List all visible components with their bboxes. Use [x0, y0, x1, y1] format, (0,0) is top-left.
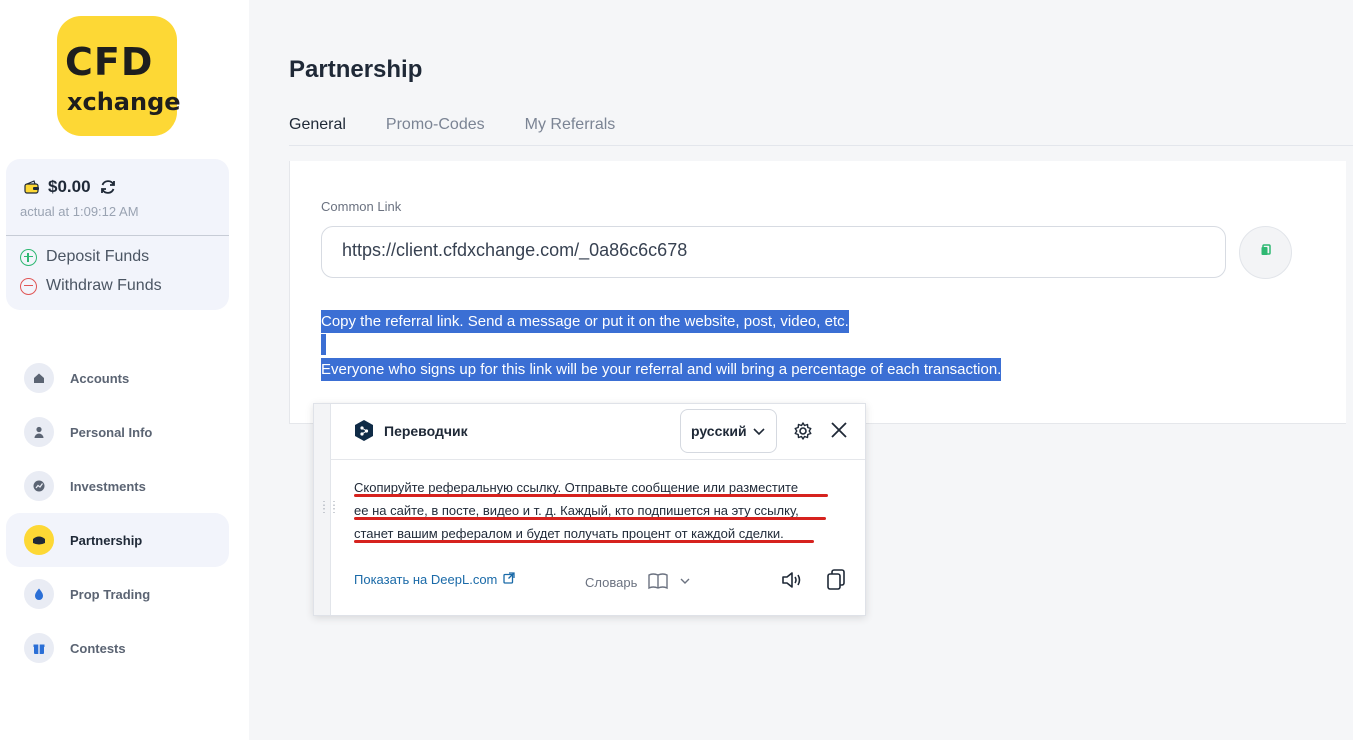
sidebar-item-accounts[interactable]: Accounts: [6, 351, 229, 405]
deposit-label: Deposit Funds: [46, 248, 150, 265]
main-content: Partnership General Promo-Codes My Refer…: [249, 0, 1353, 740]
sidebar-item-investments[interactable]: Investments: [6, 459, 229, 513]
gear-icon[interactable]: [793, 421, 813, 446]
selection-blank: [321, 334, 326, 355]
speaker-icon[interactable]: [780, 568, 804, 597]
deposit-funds-button[interactable]: Deposit Funds: [20, 248, 149, 266]
dictionary-dropdown[interactable]: Словарь: [585, 572, 691, 593]
sidebar-item-label: Accounts: [70, 370, 130, 386]
close-icon[interactable]: [830, 421, 848, 444]
sidebar-item-label: Investments: [70, 478, 146, 494]
plus-circle-icon: [20, 248, 37, 266]
translation-text: Скопируйте реферальную ссылку. Отправьте…: [354, 476, 834, 545]
referral-card: Common Link https://client.cfdxchange.co…: [289, 161, 1346, 424]
language-select[interactable]: русский: [680, 409, 777, 453]
refresh-icon[interactable]: [99, 178, 117, 196]
description-line-1: Copy the referral link. Send a message o…: [321, 310, 849, 333]
popup-header: Переводчик русский: [330, 404, 865, 460]
tab-general[interactable]: General: [289, 116, 346, 134]
cfdxchange-logo[interactable]: CFD xchange: [57, 16, 181, 136]
copy-link-button[interactable]: [1239, 226, 1292, 279]
home-icon: [24, 363, 54, 393]
minus-circle-icon: [20, 277, 37, 295]
page-title: Partnership: [289, 56, 423, 83]
description-line-2: Everyone who signs up for this link will…: [321, 358, 1002, 381]
copy-translation-icon[interactable]: [824, 567, 848, 596]
logo-line1: CFD: [65, 40, 154, 84]
gift-icon: [24, 633, 54, 663]
tab-my-referrals[interactable]: My Referrals: [525, 116, 616, 134]
sidebar-item-label: Partnership: [70, 532, 143, 548]
sidebar-item-prop-trading[interactable]: Prop Trading: [6, 567, 229, 621]
drop-icon: [24, 579, 54, 609]
chevron-down-icon: [752, 424, 766, 443]
show-on-deepl-link[interactable]: Показать на DeepL.com: [354, 572, 516, 587]
sidebar-item-label: Contests: [70, 640, 126, 656]
sidebar-item-label: Personal Info: [70, 424, 153, 440]
dictionary-label: Словарь: [585, 575, 638, 590]
book-icon: [647, 572, 669, 593]
chevron-down-icon: [679, 575, 691, 590]
divider: [6, 235, 229, 236]
withdraw-funds-button[interactable]: Withdraw Funds: [20, 277, 162, 295]
sidebar-item-partnership[interactable]: Partnership: [6, 513, 229, 567]
deepl-translator-popup: ⋮⋮ ⋮⋮ Переводчик русский Скопируйте рефер…: [313, 403, 866, 616]
balance-amount: $0.00: [48, 177, 91, 196]
tabs-divider: [289, 145, 1353, 146]
balance-card: $0.00 actual at 1:09:12 AM Deposit Funds…: [6, 159, 229, 310]
handshake-icon: [24, 525, 54, 555]
tab-promo-codes[interactable]: Promo-Codes: [386, 116, 485, 134]
wallet-icon: [24, 180, 40, 194]
sidebar-item-contests[interactable]: Contests: [6, 621, 229, 675]
logo-line2: xchange: [67, 88, 181, 116]
underline-annotation: [354, 540, 814, 543]
sidebar-item-label: Prop Trading: [70, 586, 151, 602]
chart-icon: [24, 471, 54, 501]
sidebar: CFD xchange $0.00 actual at 1:09:12 AM D…: [0, 0, 249, 740]
underline-annotation: [354, 517, 826, 520]
deepl-logo-icon: [354, 419, 374, 448]
external-link-icon: [503, 572, 516, 587]
withdraw-label: Withdraw Funds: [46, 277, 162, 294]
sidebar-nav: Accounts Personal Info Investments Partn…: [6, 351, 229, 675]
user-icon: [24, 417, 54, 447]
sidebar-item-personal-info[interactable]: Personal Info: [6, 405, 229, 459]
grip-icon: ⋮⋮ ⋮⋮: [319, 500, 339, 515]
popup-footer: Показать на DeepL.com Словарь: [330, 564, 865, 604]
common-link-field[interactable]: https://client.cfdxchange.com/_0a86c6c67…: [321, 226, 1226, 278]
copy-icon: [1259, 243, 1273, 262]
underline-annotation: [354, 494, 828, 497]
tabs: General Promo-Codes My Referrals: [289, 116, 615, 134]
popup-title: Переводчик: [384, 423, 468, 439]
selected-language: русский: [691, 423, 747, 439]
drag-handle[interactable]: ⋮⋮ ⋮⋮: [314, 404, 339, 615]
show-on-deepl-label: Показать на DeepL.com: [354, 572, 498, 587]
common-link-label: Common Link: [321, 199, 402, 214]
balance-timestamp: actual at 1:09:12 AM: [20, 204, 139, 219]
